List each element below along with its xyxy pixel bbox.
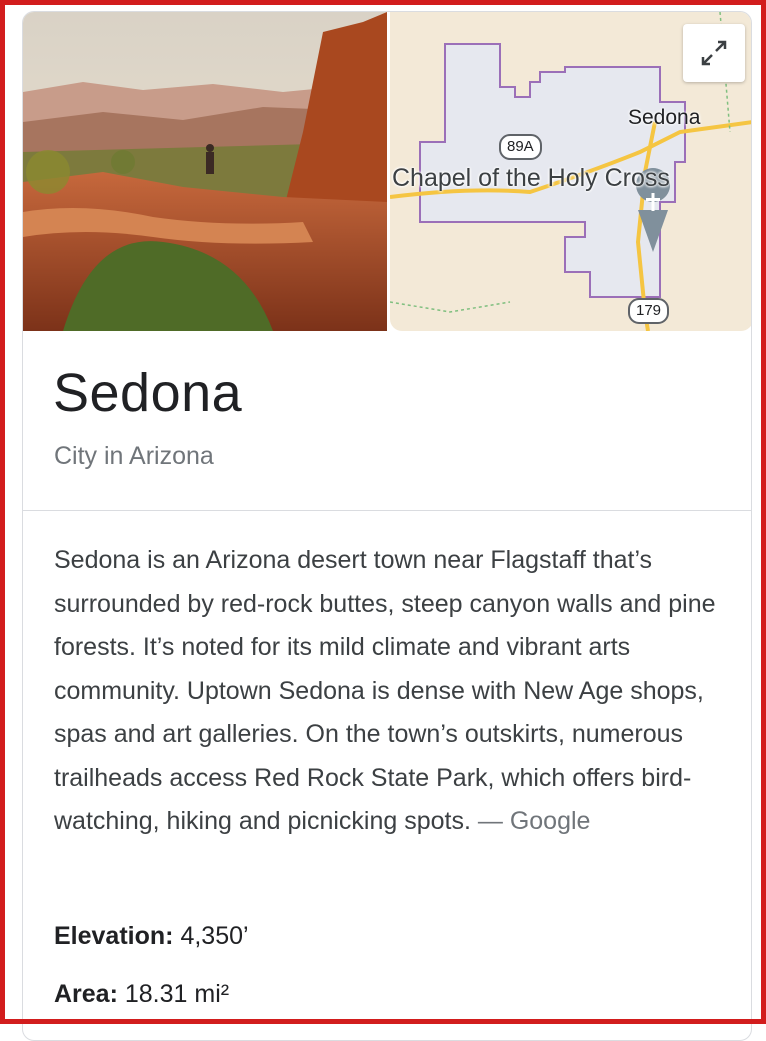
- divider: [23, 510, 751, 511]
- route-179-shield: 179: [628, 298, 670, 324]
- landscape-photo[interactable]: [23, 12, 387, 331]
- expand-map-button[interactable]: [683, 24, 745, 82]
- description-source-link[interactable]: — Google: [478, 807, 591, 835]
- fact-label: Area:: [54, 980, 118, 1008]
- route-89a-shield: 89A: [499, 134, 542, 160]
- description: Sedona is an Arizona desert town near Fl…: [54, 539, 744, 844]
- fact-label: Elevation:: [54, 922, 174, 950]
- map-label-landmark[interactable]: Chapel of the Holy Cross: [392, 164, 670, 193]
- map-thumbnail[interactable]: 89A 179 Sedona Chapel of the Holy Cross: [390, 12, 751, 331]
- knowledge-panel-card: 89A 179 Sedona Chapel of the Holy Cross …: [22, 11, 752, 1041]
- map-label-city: Sedona: [628, 106, 701, 129]
- fact-elevation: Elevation: 4,350’: [54, 922, 249, 951]
- subtitle: City in Arizona: [54, 442, 214, 470]
- fact-value: 4,350’: [180, 922, 249, 950]
- landscape-photo-art: [23, 12, 387, 331]
- expand-icon: [701, 40, 727, 66]
- page-title: Sedona: [53, 363, 243, 423]
- fact-value: 18.31 mi²: [124, 980, 230, 1008]
- fact-area: Area: 18.31 mi²: [54, 980, 229, 1009]
- description-text: Sedona is an Arizona desert town near Fl…: [54, 546, 716, 835]
